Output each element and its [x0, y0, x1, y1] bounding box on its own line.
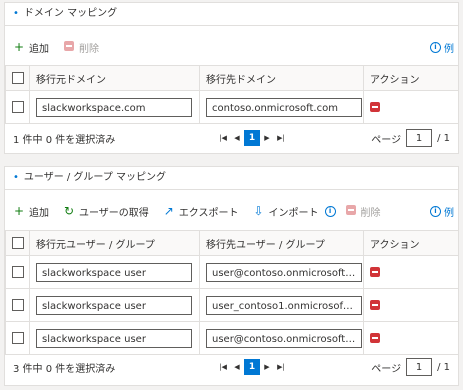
- select-all-checkbox[interactable]: [12, 72, 24, 84]
- domain-section-title: ドメイン マッピング: [23, 8, 118, 19]
- column-header: 移行先ユーザー / グループ: [199, 230, 364, 256]
- user-delete-label: 削除: [360, 207, 381, 219]
- info-circle-icon: i: [430, 41, 441, 53]
- page-total: / 1: [437, 361, 450, 373]
- bullet-icon: •: [13, 172, 19, 183]
- pagination: |◀ ◀ 1 ▶ ▶|: [216, 130, 288, 146]
- info-circle-icon: i: [430, 205, 441, 217]
- pagination: |◀ ◀ 1 ▶ ▶|: [216, 359, 288, 375]
- user-add-button[interactable]: + 追加: [13, 204, 49, 219]
- select-all-cell: [5, 65, 30, 91]
- column-header: 移行元ドメイン: [29, 65, 200, 91]
- user-delete-button[interactable]: 削除: [345, 204, 381, 219]
- domain-table-header: 移行元ドメイン 移行先ドメイン アクション: [5, 65, 459, 91]
- row-checkbox[interactable]: [12, 332, 24, 344]
- last-page-icon[interactable]: ▶|: [274, 359, 288, 375]
- select-all-checkbox[interactable]: [12, 237, 24, 249]
- domain-footer: 1 件中 0 件を選択済み |◀ ◀ 1 ▶ ▶| ページ 1 / 1: [5, 125, 458, 151]
- table-row: slackworkspace user user@contoso.onmicro…: [5, 321, 459, 355]
- row-checkbox[interactable]: [12, 266, 24, 278]
- refresh-icon: ↻: [63, 204, 75, 218]
- user-mapping-card: • ユーザー / グループ マッピング + 追加 ↻ ユーザーの取得 ↗ エクスポ…: [4, 166, 459, 386]
- column-header: 移行先ドメイン: [199, 65, 364, 91]
- import-icon: ⇩: [253, 204, 264, 218]
- first-page-icon[interactable]: |◀: [216, 359, 230, 375]
- user-table-header: 移行元ユーザー / グループ 移行先ユーザー / グループ アクション: [5, 230, 459, 256]
- user-add-label: 追加: [29, 207, 49, 219]
- target-user-input[interactable]: user@contoso.onmicrosoft.com: [206, 262, 362, 282]
- info-circle-icon: i: [324, 205, 336, 217]
- current-page-button[interactable]: 1: [244, 359, 260, 375]
- plus-icon: +: [13, 204, 25, 218]
- page-label: ページ: [371, 363, 402, 375]
- user-section-header: • ユーザー / グループ マッピング: [5, 167, 458, 190]
- fetch-users-button[interactable]: ↻ ユーザーの取得: [63, 204, 149, 219]
- export-button[interactable]: ↗ エクスポート: [163, 204, 239, 219]
- page-number-input[interactable]: 1: [406, 129, 433, 147]
- target-user-input[interactable]: user@contoso.onmicrosoft.com: [206, 328, 362, 348]
- first-page-icon[interactable]: |◀: [216, 130, 230, 146]
- table-row: slackworkspace user user@contoso.onmicro…: [5, 255, 459, 289]
- target-user-input[interactable]: user_contoso1.onmicrosoft.com#E...: [206, 295, 362, 315]
- domain-table: 移行元ドメイン 移行先ドメイン アクション slackworkspace.com…: [5, 65, 459, 124]
- delete-row-icon[interactable]: [370, 332, 380, 343]
- domain-section-header: • ドメイン マッピング: [5, 3, 458, 26]
- import-label: インポート: [268, 207, 319, 219]
- arrow-export-icon: ↗: [163, 204, 174, 218]
- select-all-cell: [5, 230, 30, 256]
- source-domain-input[interactable]: slackworkspace.com: [36, 97, 192, 117]
- selection-status: 3 件中 0 件を選択済み: [13, 363, 116, 375]
- table-row: slackworkspace user user_contoso1.onmicr…: [5, 288, 459, 322]
- column-header: アクション: [363, 65, 459, 91]
- prev-page-icon[interactable]: ◀: [230, 130, 244, 146]
- domain-mapping-card: • ドメイン マッピング + 追加 削除 i 例 移行元ドメイン 移行先ドメイン …: [4, 2, 459, 154]
- next-page-icon[interactable]: ▶: [260, 359, 274, 375]
- target-domain-input[interactable]: contoso.onmicrosoft.com: [206, 97, 362, 117]
- import-info-button[interactable]: i: [324, 205, 339, 217]
- domain-toolbar: + 追加 削除 i 例: [5, 38, 458, 56]
- source-user-input[interactable]: slackworkspace user: [36, 328, 192, 348]
- column-header: 移行元ユーザー / グループ: [29, 230, 200, 256]
- prev-page-icon[interactable]: ◀: [230, 359, 244, 375]
- page-jump: ページ 1 / 1: [371, 129, 450, 147]
- user-section-title: ユーザー / グループ マッピング: [23, 172, 167, 183]
- table-row: slackworkspace.com contoso.onmicrosoft.c…: [5, 90, 459, 124]
- row-checkbox[interactable]: [12, 299, 24, 311]
- source-user-input[interactable]: slackworkspace user: [36, 295, 192, 315]
- delete-row-icon[interactable]: [370, 299, 380, 310]
- page-total: / 1: [437, 132, 450, 144]
- import-button[interactable]: ⇩ インポート: [253, 204, 319, 219]
- minus-square-icon: [63, 41, 75, 53]
- current-page-button[interactable]: 1: [244, 130, 260, 146]
- delete-row-icon[interactable]: [370, 266, 380, 277]
- page-number-input[interactable]: 1: [406, 358, 433, 376]
- domain-add-label: 追加: [29, 43, 49, 55]
- user-table: 移行元ユーザー / グループ 移行先ユーザー / グループ アクション slac…: [5, 230, 459, 355]
- domain-delete-label: 削除: [79, 43, 99, 55]
- export-label: エクスポート: [178, 207, 239, 219]
- page-label: ページ: [371, 134, 402, 146]
- user-toolbar: + 追加 ↻ ユーザーの取得 ↗ エクスポート ⇩ インポート i 削除 i 例: [5, 202, 458, 220]
- selection-status: 1 件中 0 件を選択済み: [13, 134, 116, 146]
- fetch-users-label: ユーザーの取得: [79, 207, 149, 219]
- domain-delete-button[interactable]: 削除: [63, 40, 99, 55]
- user-help-link[interactable]: i 例: [430, 204, 454, 219]
- plus-icon: +: [13, 40, 25, 54]
- domain-add-button[interactable]: + 追加: [13, 40, 49, 55]
- next-page-icon[interactable]: ▶: [260, 130, 274, 146]
- domain-help-link[interactable]: i 例: [430, 40, 454, 55]
- page-jump: ページ 1 / 1: [371, 358, 450, 376]
- user-help-label: 例: [444, 207, 454, 219]
- row-checkbox[interactable]: [12, 101, 24, 113]
- source-user-input[interactable]: slackworkspace user: [36, 262, 192, 282]
- column-header: アクション: [363, 230, 459, 256]
- bullet-icon: •: [13, 8, 19, 19]
- delete-row-icon[interactable]: [370, 101, 380, 112]
- domain-help-label: 例: [444, 43, 454, 55]
- user-footer: 3 件中 0 件を選択済み |◀ ◀ 1 ▶ ▶| ページ 1 / 1: [5, 354, 458, 380]
- last-page-icon[interactable]: ▶|: [274, 130, 288, 146]
- minus-square-icon: [345, 205, 357, 217]
